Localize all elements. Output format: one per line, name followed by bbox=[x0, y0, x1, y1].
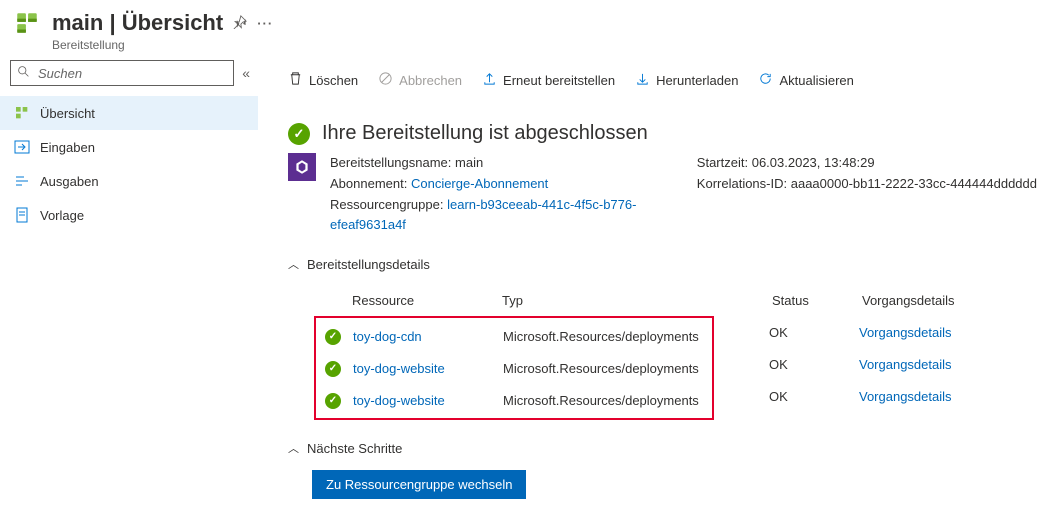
start-value: 06.03.2023, 13:48:29 bbox=[752, 155, 875, 170]
nav-inputs[interactable]: Eingaben bbox=[0, 130, 258, 164]
download-icon bbox=[635, 71, 650, 89]
outputs-icon bbox=[14, 173, 30, 189]
op-link[interactable]: Vorgangsdetails bbox=[859, 389, 1009, 404]
page-title: main | Übersicht bbox=[52, 10, 223, 36]
status-cell: OK bbox=[769, 357, 859, 372]
page-subtitle: Bereitstellung bbox=[52, 38, 273, 52]
nav-label: Eingaben bbox=[40, 140, 95, 155]
search-box[interactable] bbox=[10, 60, 234, 86]
table-row: toy-dog-cdn Microsoft.Resources/deployme… bbox=[317, 320, 712, 352]
highlight-box: toy-dog-cdn Microsoft.Resources/deployme… bbox=[314, 316, 714, 420]
table-header: Ressource Typ Status Vorgangsdetails bbox=[312, 284, 1032, 316]
start-label: Startzeit: bbox=[697, 155, 748, 170]
next-section-toggle[interactable]: ︿ Nächste Schritte bbox=[288, 440, 1057, 456]
pin-icon[interactable] bbox=[233, 15, 247, 32]
table-row: toy-dog-website Microsoft.Resources/depl… bbox=[317, 352, 712, 384]
col-type: Typ bbox=[502, 293, 772, 308]
search-icon bbox=[17, 65, 30, 81]
chevron-up-icon: ︿ bbox=[288, 256, 299, 272]
op-link[interactable]: Vorgangsdetails bbox=[859, 325, 1009, 340]
sidebar: « Übersicht Eingaben Ausgaben Vorlage bbox=[0, 56, 258, 519]
cancel-button: Abbrechen bbox=[378, 71, 462, 89]
upload-icon bbox=[482, 71, 497, 89]
resource-icon bbox=[14, 10, 40, 39]
ok-icon bbox=[325, 393, 341, 409]
search-input[interactable] bbox=[36, 65, 227, 82]
deployment-icon bbox=[288, 153, 316, 181]
col-status: Status bbox=[772, 293, 862, 308]
resource-link[interactable]: toy-dog-website bbox=[353, 393, 503, 408]
cancel-icon bbox=[378, 71, 393, 89]
download-button[interactable]: Herunterladen bbox=[635, 71, 738, 89]
collapse-sidebar-icon[interactable]: « bbox=[242, 65, 250, 81]
col-resource: Ressource bbox=[352, 293, 502, 308]
main-content: Löschen Abbrechen Erneut bereitstellen H… bbox=[258, 56, 1057, 519]
nav-template[interactable]: Vorlage bbox=[0, 198, 258, 232]
col-op: Vorgangsdetails bbox=[862, 293, 1012, 308]
status-row: Ihre Bereitstellung ist abgeschlossen bbox=[288, 122, 1057, 145]
deploy-name-label: Bereitstellungsname: bbox=[330, 155, 451, 170]
inputs-icon bbox=[14, 139, 30, 155]
ok-icon bbox=[325, 329, 341, 345]
corr-value: aaaa0000-bb11-2222-33cc-444444dddddd bbox=[791, 176, 1037, 191]
table-row: toy-dog-website Microsoft.Resources/depl… bbox=[317, 384, 712, 416]
resource-link[interactable]: toy-dog-website bbox=[353, 361, 503, 376]
status-cell: OK bbox=[769, 389, 859, 404]
status-title: Ihre Bereitstellung ist abgeschlossen bbox=[322, 122, 648, 145]
template-icon bbox=[14, 207, 30, 223]
refresh-button[interactable]: Aktualisieren bbox=[758, 71, 853, 89]
details-table: Ressource Typ Status Vorgangsdetails toy… bbox=[312, 284, 1057, 420]
deploy-name-value: main bbox=[455, 155, 483, 170]
subscription-link[interactable]: Concierge-Abonnement bbox=[411, 176, 548, 191]
nav-outputs[interactable]: Ausgaben bbox=[0, 164, 258, 198]
success-icon bbox=[288, 123, 310, 145]
nav-label: Ausgaben bbox=[40, 174, 99, 189]
info-row: Bereitstellungsname: main Abonnement: Co… bbox=[288, 153, 1057, 236]
more-icon[interactable]: ··· bbox=[257, 16, 273, 31]
nav-label: Vorlage bbox=[40, 208, 84, 223]
rg-label: Ressourcengruppe: bbox=[330, 197, 443, 212]
ok-icon bbox=[325, 361, 341, 377]
op-link[interactable]: Vorgangsdetails bbox=[859, 357, 1009, 372]
delete-button[interactable]: Löschen bbox=[288, 71, 358, 89]
corr-label: Korrelations-ID: bbox=[697, 176, 787, 191]
goto-rg-button[interactable]: Zu Ressourcengruppe wechseln bbox=[312, 470, 526, 499]
status-cell: OK bbox=[769, 325, 859, 340]
redeploy-button[interactable]: Erneut bereitstellen bbox=[482, 71, 615, 89]
refresh-icon bbox=[758, 71, 773, 89]
page-header: main | Übersicht ··· Bereitstellung bbox=[0, 0, 1057, 56]
chevron-up-icon: ︿ bbox=[288, 440, 299, 456]
nav-label: Übersicht bbox=[40, 106, 95, 121]
details-section-toggle[interactable]: ︿ Bereitstellungsdetails bbox=[288, 256, 1057, 272]
cubes-icon bbox=[14, 105, 30, 121]
nav-overview[interactable]: Übersicht bbox=[0, 96, 258, 130]
nav: Übersicht Eingaben Ausgaben Vorlage bbox=[0, 96, 258, 232]
subscription-label: Abonnement: bbox=[330, 176, 407, 191]
toolbar: Löschen Abbrechen Erneut bereitstellen H… bbox=[288, 56, 1057, 100]
resource-link[interactable]: toy-dog-cdn bbox=[353, 329, 503, 344]
trash-icon bbox=[288, 71, 303, 89]
